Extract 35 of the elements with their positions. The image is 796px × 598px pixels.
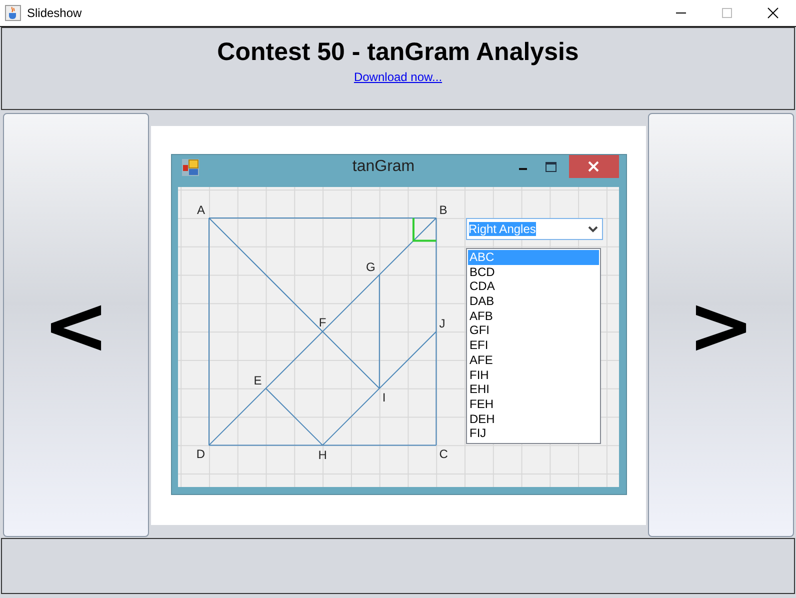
point-label: G (366, 260, 375, 274)
next-button[interactable]: > (648, 113, 794, 537)
app-window-title: tanGram (351, 158, 416, 176)
list-item[interactable]: EFI (468, 338, 598, 353)
list-item[interactable]: EHI (468, 382, 598, 397)
app-icon (182, 158, 198, 176)
point-label: C (438, 447, 448, 462)
cup-icon (5, 5, 21, 21)
list-item[interactable]: FIH (468, 368, 598, 382)
close-icon (588, 161, 599, 172)
download-link[interactable]: Download now... (354, 70, 442, 84)
list-item[interactable]: AFB (468, 308, 598, 324)
point-label: J (438, 316, 445, 331)
list-item[interactable]: FIJ (468, 426, 598, 441)
point-label: F (318, 316, 326, 330)
point-label: D (196, 447, 204, 462)
point-label: B (438, 203, 447, 217)
list-item[interactable]: DEH (468, 412, 598, 426)
list-item[interactable]: FEH (468, 396, 598, 412)
maximize-icon[interactable] (544, 161, 556, 173)
list-item[interactable]: GFI (468, 323, 598, 338)
close-icon[interactable] (767, 7, 779, 19)
list-item[interactable]: CDA (468, 279, 598, 294)
point-label: E (253, 373, 262, 388)
close-button[interactable] (568, 155, 618, 178)
list-item[interactable]: AFE (468, 352, 598, 368)
point-label: I (382, 390, 386, 404)
page-heading: Contest 50 - tanGram Analysis (217, 38, 579, 67)
list-item[interactable]: DAB (468, 294, 598, 309)
point-label: A (196, 203, 204, 217)
window-title: Slideshow (27, 6, 83, 20)
point-label: H (318, 448, 326, 462)
caret-icon (588, 226, 598, 232)
previous-button[interactable]: < (3, 113, 149, 537)
list-item[interactable]: BCD (468, 264, 598, 280)
